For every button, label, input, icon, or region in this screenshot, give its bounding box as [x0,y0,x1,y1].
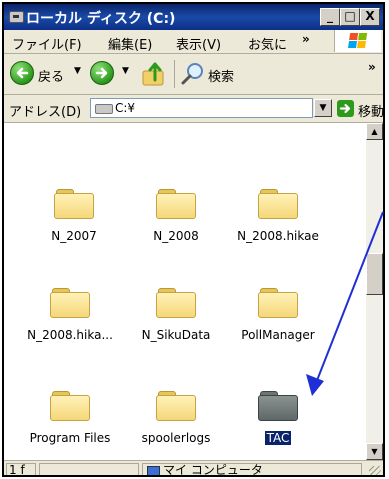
status-object-count: 1 f [6,463,36,475]
folder-item-n-2008-hikae[interactable]: N_2008.hikae [230,189,326,244]
toolbar: 戻る ▼ ▼ 検索 » [4,54,383,95]
search-icon [181,63,203,85]
window-title: ローカル ディスク (C:) [26,11,176,27]
vertical-scrollbar[interactable]: ▲ ▼ [366,123,383,460]
folder-label-selected: TAC [264,431,292,445]
forward-button[interactable] [90,61,114,85]
folder-item-n-2007[interactable]: N_2007 [26,189,122,244]
back-dropdown-icon[interactable]: ▼ [74,66,81,76]
folder-icon [50,288,90,318]
scroll-up-button[interactable]: ▲ [366,123,383,140]
status-location: マイ コンピュータ [163,463,263,477]
folder-label: PollManager [241,328,315,342]
folder-label: Program Files [29,431,111,445]
explorer-window: ローカル ディスク (C:) _ □ X ファイル(F) 編集(E) 表示(V)… [2,2,385,477]
drive-icon [9,11,24,23]
folder-label: N_2008.hika... [27,328,113,342]
search-button[interactable] [180,61,206,87]
toolbar-more-chevron-icon[interactable]: » [368,60,376,74]
folder-item-pollmanager[interactable]: PollManager [230,288,326,343]
hidden-folder-icon [258,391,298,421]
forward-dropdown-icon[interactable]: ▼ [122,66,129,76]
title-bar[interactable]: ローカル ディスク (C:) _ □ X [4,4,383,30]
back-arrow-icon [16,67,29,79]
folder-label: N_2008.hikae [237,229,319,243]
folder-item-tac[interactable]: TAC [230,391,326,446]
go-button[interactable]: 移動 [358,101,383,120]
folder-icon [156,288,196,318]
close-button[interactable]: X [360,8,380,26]
menu-favorites[interactable]: お気に [248,34,287,53]
scroll-thumb[interactable] [366,253,383,295]
folder-label: N_2007 [51,229,97,243]
folder-label: spoolerlogs [141,431,211,445]
folder-item-program-files[interactable]: Program Files [22,391,118,446]
folder-icon [258,189,298,219]
minimize-button[interactable]: _ [320,8,340,26]
my-computer-icon [147,466,160,475]
go-arrow-icon[interactable] [337,100,354,117]
folder-label: N_SikuData [141,328,211,342]
menu-more-chevron-icon[interactable]: » [302,32,310,46]
address-value[interactable]: C:¥ [115,101,135,115]
back-label[interactable]: 戻る [38,66,64,85]
folder-icon [258,288,298,318]
back-button[interactable] [10,61,34,85]
menu-edit[interactable]: 編集(E) [108,34,152,53]
toolbar-separator [174,60,175,88]
menu-view[interactable]: 表示(V) [176,34,221,53]
search-label[interactable]: 検索 [208,66,234,85]
folder-item-spoolerlogs[interactable]: spoolerlogs [128,391,224,446]
status-size-pane [39,463,139,475]
folder-item-n-sikudata[interactable]: N_SikuData [128,288,224,343]
folder-label: N_2008 [153,229,199,243]
status-bar: 1 f マイ コンピュータ [4,460,383,477]
status-location-pane: マイ コンピュータ [142,463,362,477]
file-view[interactable]: N_2007 N_2008 N_2008.hikae N_2008.hika..… [4,123,383,460]
address-bar: アドレス(D) C:¥ ▼ 移動 [4,95,383,123]
resize-grip[interactable] [369,466,381,475]
up-folder-button[interactable] [140,60,168,88]
menu-file[interactable]: ファイル(F) [12,34,82,53]
folder-icon [156,391,196,421]
maximize-button[interactable]: □ [340,8,360,26]
scroll-down-button[interactable]: ▼ [366,443,383,460]
menu-bar: ファイル(F) 編集(E) 表示(V) お気に » [4,30,383,54]
address-input[interactable]: C:¥ [90,98,313,118]
folder-item-n-2008[interactable]: N_2008 [128,189,224,244]
drive-icon [95,104,113,114]
forward-arrow-icon [95,67,108,79]
windows-logo-icon [334,30,381,52]
address-dropdown-button[interactable]: ▼ [314,99,332,117]
address-label: アドレス(D) [9,105,82,120]
folder-icon [156,189,196,219]
folder-icon [50,391,90,421]
folder-icon [54,189,94,219]
up-folder-icon [142,62,164,86]
folder-item-n-2008-hika-2[interactable]: N_2008.hika... [14,288,126,343]
